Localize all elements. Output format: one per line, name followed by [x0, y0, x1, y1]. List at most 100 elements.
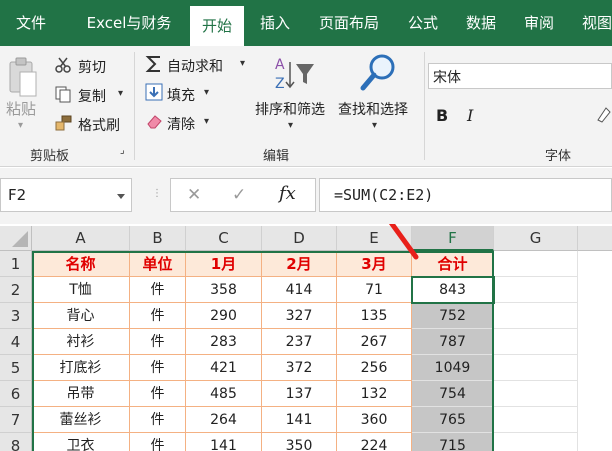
autosum-dropdown-icon[interactable]: ▾: [240, 58, 245, 69]
table-cell[interactable]: [494, 355, 578, 381]
cancel-icon[interactable]: ✕: [187, 185, 201, 205]
paste-button[interactable]: 粘贴: [6, 98, 36, 119]
row-header[interactable]: 8: [0, 433, 32, 451]
table-cell[interactable]: [494, 251, 578, 277]
row-header[interactable]: 5: [0, 355, 32, 381]
fill-button[interactable]: 填充: [167, 85, 195, 105]
table-cell[interactable]: 件: [130, 433, 186, 451]
table-cell[interactable]: [494, 407, 578, 433]
paste-dropdown-icon[interactable]: ▾: [18, 120, 23, 131]
select-all-corner[interactable]: [0, 226, 32, 251]
table-cell[interactable]: 件: [130, 303, 186, 329]
copy-dropdown-icon[interactable]: ▾: [118, 88, 123, 99]
italic-button[interactable]: I: [467, 106, 473, 125]
tab-view[interactable]: 视图: [572, 0, 612, 46]
table-cell[interactable]: 132: [337, 381, 412, 407]
column-header-g[interactable]: G: [494, 226, 578, 251]
table-cell[interactable]: 485: [186, 381, 262, 407]
table-cell[interactable]: 237: [262, 329, 337, 355]
table-cell[interactable]: 421: [186, 355, 262, 381]
table-cell[interactable]: 141: [262, 407, 337, 433]
find-select-button[interactable]: 查找和选择: [338, 99, 408, 119]
column-header-a[interactable]: A: [32, 226, 130, 251]
table-cell[interactable]: 135: [337, 303, 412, 329]
table-cell[interactable]: [494, 277, 578, 303]
tab-home[interactable]: 开始: [190, 6, 244, 46]
formula-input[interactable]: =SUM(C2:E2): [319, 178, 612, 212]
table-cell[interactable]: 283: [186, 329, 262, 355]
table-cell[interactable]: 290: [186, 303, 262, 329]
table-cell[interactable]: 件: [130, 355, 186, 381]
table-header-cell[interactable]: 3月: [337, 251, 412, 277]
dialog-launcher-icon[interactable]: ⌟: [120, 145, 125, 156]
column-header-d[interactable]: D: [262, 226, 337, 251]
table-cell[interactable]: 件: [130, 277, 186, 303]
table-cell[interactable]: 372: [262, 355, 337, 381]
table-cell[interactable]: 71: [337, 277, 412, 303]
row-header[interactable]: 7: [0, 407, 32, 433]
table-cell[interactable]: 件: [130, 407, 186, 433]
tab-insert[interactable]: 插入: [250, 0, 300, 46]
table-cell[interactable]: 765: [412, 407, 494, 433]
table-cell[interactable]: 背心: [32, 303, 130, 329]
table-cell[interactable]: 267: [337, 329, 412, 355]
table-header-cell[interactable]: 2月: [262, 251, 337, 277]
tab-data[interactable]: 数据: [456, 0, 506, 46]
table-cell[interactable]: 752: [412, 303, 494, 329]
table-cell[interactable]: 715: [412, 433, 494, 451]
table-cell[interactable]: 蕾丝衫: [32, 407, 130, 433]
table-cell[interactable]: 360: [337, 407, 412, 433]
row-header[interactable]: 1: [0, 251, 32, 277]
table-cell[interactable]: 350: [262, 433, 337, 451]
table-cell[interactable]: T恤: [32, 277, 130, 303]
table-header-cell[interactable]: 合计: [412, 251, 494, 277]
row-header[interactable]: 6: [0, 381, 32, 407]
name-box[interactable]: F2: [0, 178, 132, 212]
column-header-f[interactable]: F: [412, 226, 494, 251]
find-select-dropdown-icon[interactable]: ▾: [372, 120, 377, 131]
tab-formulas[interactable]: 公式: [398, 0, 448, 46]
bold-button[interactable]: B: [436, 106, 448, 125]
table-header-cell[interactable]: 1月: [186, 251, 262, 277]
table-cell[interactable]: 264: [186, 407, 262, 433]
column-header-e[interactable]: E: [337, 226, 412, 251]
table-cell[interactable]: 754: [412, 381, 494, 407]
table-cell[interactable]: 787: [412, 329, 494, 355]
cut-button[interactable]: 剪切: [78, 57, 106, 77]
font-name-combobox[interactable]: 宋体: [428, 63, 612, 89]
table-cell[interactable]: 414: [262, 277, 337, 303]
table-header-cell[interactable]: 名称: [32, 251, 130, 277]
column-header-c[interactable]: C: [186, 226, 262, 251]
insert-function-icon[interactable]: fx: [279, 183, 296, 204]
tab-review[interactable]: 审阅: [514, 0, 564, 46]
sort-filter-dropdown-icon[interactable]: ▾: [288, 120, 293, 131]
clear-dropdown-icon[interactable]: ▾: [204, 116, 209, 127]
tab-excel-finance[interactable]: Excel与财务: [68, 0, 190, 46]
table-cell[interactable]: 137: [262, 381, 337, 407]
table-cell[interactable]: 打底衫: [32, 355, 130, 381]
table-cell[interactable]: 衬衫: [32, 329, 130, 355]
column-header-b[interactable]: B: [130, 226, 186, 251]
table-cell[interactable]: 358: [186, 277, 262, 303]
table-cell[interactable]: 件: [130, 381, 186, 407]
table-cell[interactable]: 吊带: [32, 381, 130, 407]
autosum-button[interactable]: 自动求和: [167, 56, 223, 76]
format-painter-button[interactable]: 格式刷: [78, 115, 120, 135]
table-cell[interactable]: [494, 433, 578, 451]
table-cell[interactable]: 件: [130, 329, 186, 355]
fill-dropdown-icon[interactable]: ▾: [204, 87, 209, 98]
table-cell[interactable]: [494, 329, 578, 355]
table-cell[interactable]: 256: [337, 355, 412, 381]
table-header-cell[interactable]: 单位: [130, 251, 186, 277]
table-cell[interactable]: 141: [186, 433, 262, 451]
table-cell[interactable]: [494, 381, 578, 407]
table-cell[interactable]: 224: [337, 433, 412, 451]
table-cell[interactable]: 327: [262, 303, 337, 329]
row-header[interactable]: 2: [0, 277, 32, 303]
table-cell[interactable]: 1049: [412, 355, 494, 381]
chevron-down-icon[interactable]: [117, 194, 125, 199]
copy-button[interactable]: 复制: [78, 86, 106, 106]
tab-file[interactable]: 文件: [0, 0, 62, 46]
table-cell[interactable]: 卫衣: [32, 433, 130, 451]
row-header[interactable]: 4: [0, 329, 32, 355]
